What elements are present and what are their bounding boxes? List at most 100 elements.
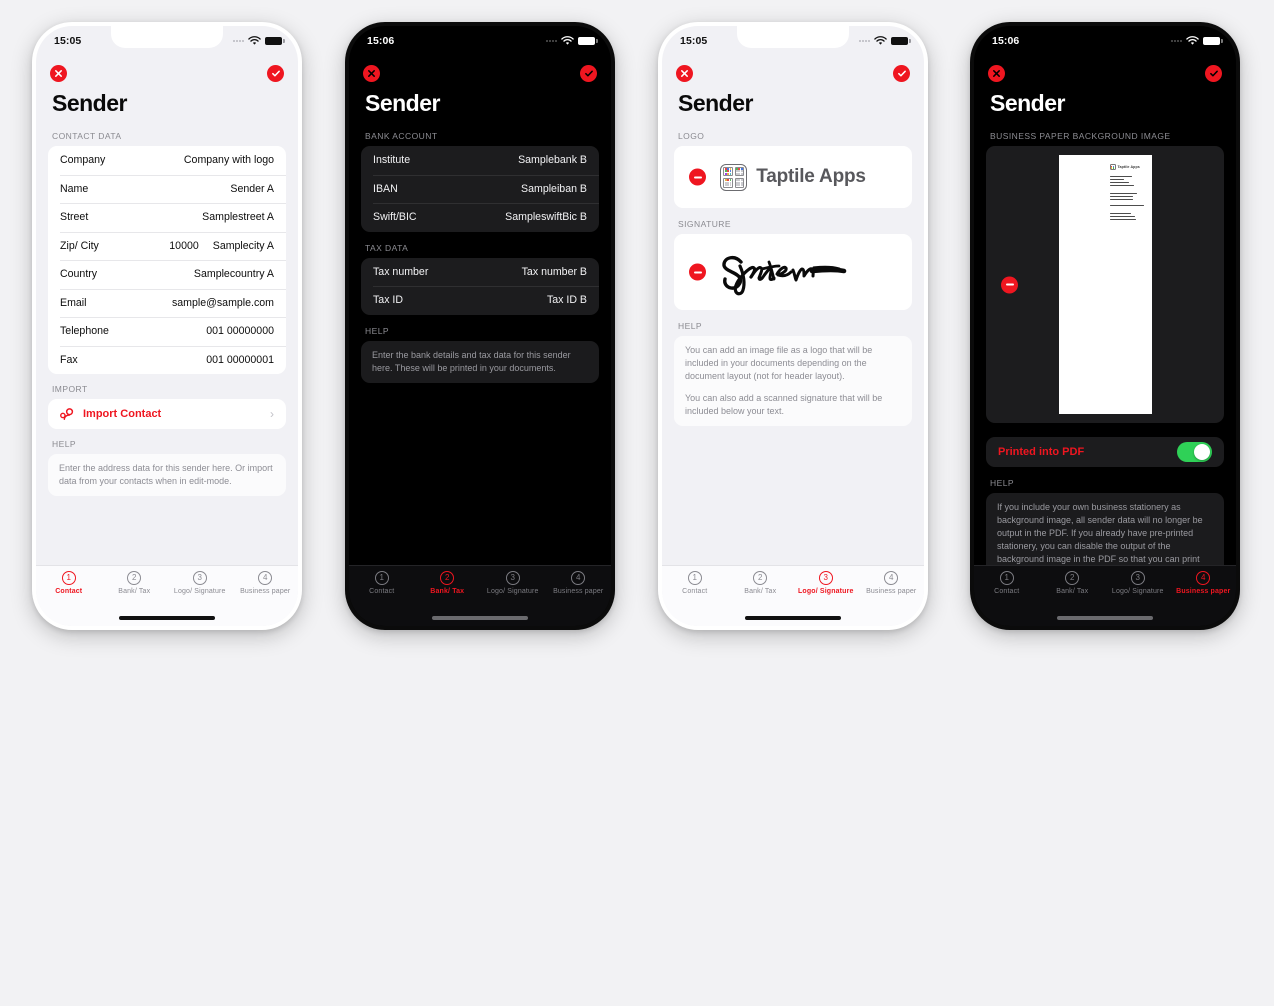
tab-logo-signature[interactable]: 3 Logo/ Signature — [480, 571, 546, 595]
help-paragraph: Enter the address data for this sender h… — [59, 463, 273, 487]
confirm-icon[interactable] — [267, 64, 284, 82]
printed-into-pdf-toggle[interactable] — [1177, 442, 1212, 462]
close-icon[interactable] — [676, 64, 693, 82]
content-scroll[interactable]: LOGO Taptile Apps SIGNATURE HELP You can… — [662, 127, 924, 565]
tab-number: 4 — [571, 571, 586, 585]
table-row[interactable]: Institute Samplebank B — [361, 146, 599, 175]
table-row[interactable]: Street Samplestreet A — [48, 203, 286, 232]
printed-into-pdf-label: Printed into PDF — [998, 446, 1085, 458]
table-row[interactable]: Telephone 001 00000000 — [48, 317, 286, 346]
home-indicator[interactable] — [349, 609, 611, 626]
table-row[interactable]: Name Sender A — [48, 174, 286, 204]
tab-contact[interactable]: 1 Contact — [974, 571, 1040, 595]
close-icon[interactable] — [988, 64, 1005, 82]
signature-card[interactable] — [674, 234, 912, 310]
row-key: Email — [60, 296, 87, 309]
tab-label: Logo/ Signature — [486, 588, 539, 595]
logo-company-name: Taptile Apps — [756, 166, 866, 187]
content-scroll[interactable]: BUSINESS PAPER BACKGROUND IMAGE Taptile … — [974, 127, 1236, 565]
status-time: 15:05 — [54, 35, 82, 47]
content-scroll[interactable]: BANK ACCOUNT Institute Samplebank B IBAN… — [349, 127, 611, 565]
remove-logo-button[interactable] — [689, 168, 706, 186]
row-key: Tax number — [373, 265, 429, 278]
tab-contact[interactable]: 1 Contact — [36, 571, 102, 595]
close-icon[interactable] — [363, 64, 380, 82]
signal-icon — [1171, 40, 1182, 42]
tab-label: Logo/ Signature — [173, 588, 226, 595]
tab-number: 2 — [753, 571, 768, 585]
remove-business-paper-button[interactable] — [1001, 276, 1018, 293]
tab-label: Bank/ Tax — [744, 588, 777, 595]
tab-bank-tax[interactable]: 2 Bank/ Tax — [102, 571, 168, 595]
tab-label: Business paper — [240, 588, 291, 595]
confirm-icon[interactable] — [580, 64, 597, 82]
confirm-icon[interactable] — [1205, 64, 1222, 82]
tab-business-paper[interactable]: 4 Business paper — [859, 571, 925, 595]
phone-business-paper: 15:06 Sender BUSINESS PAPER BACKGROUND I… — [970, 22, 1240, 630]
row-value: Samplebank B — [518, 154, 587, 167]
table-row[interactable]: Country Samplecountry A — [48, 260, 286, 289]
tab-logo-signature[interactable]: 3 Logo/ Signature — [1105, 571, 1171, 595]
tab-bar: 1 Contact 2 Bank/ Tax 3 Logo/ Signature … — [349, 565, 611, 609]
logo-card[interactable]: Taptile Apps — [674, 146, 912, 208]
tab-business-paper[interactable]: 4 Business paper — [546, 571, 612, 595]
paper-brand: Taptile Apps — [1109, 164, 1144, 170]
tab-logo-signature[interactable]: 3 Logo/ Signature — [167, 571, 233, 595]
tab-bank-tax[interactable]: 2 Bank/ Tax — [1040, 571, 1106, 595]
table-row[interactable]: Tax number Tax number B — [361, 258, 599, 287]
printed-into-pdf-row[interactable]: Printed into PDF — [986, 437, 1224, 467]
row-value: sample@sample.com — [171, 296, 274, 309]
table-row[interactable]: Tax ID Tax ID B — [361, 286, 599, 315]
help-box: If you include your own business station… — [986, 493, 1224, 565]
tab-bar: 1 Contact 2 Bank/ Tax 3 Logo/ Signature … — [662, 565, 924, 609]
table-row[interactable]: IBAN Sampleiban B — [361, 174, 599, 204]
content-scroll[interactable]: CONTACT DATA Company Company with logo N… — [36, 127, 298, 565]
tab-label: Contact — [369, 588, 395, 595]
paper-address-lines — [1109, 176, 1144, 221]
table-row[interactable]: Email sample@sample.com — [48, 288, 286, 318]
table-row[interactable]: Zip/ City 10000 Samplecity A — [48, 231, 286, 261]
remove-signature-button[interactable] — [689, 263, 706, 281]
tab-number: 2 — [1065, 571, 1080, 585]
import-contact-button[interactable]: Import Contact › — [48, 399, 286, 429]
row-value: 001 00000000 — [206, 325, 274, 338]
signal-icon — [859, 40, 870, 42]
tab-business-paper[interactable]: 4 Business paper — [233, 571, 299, 595]
home-indicator[interactable] — [36, 609, 298, 626]
tab-logo-signature[interactable]: 3 Logo/ Signature — [793, 571, 859, 595]
tab-number: 1 — [999, 571, 1014, 585]
tab-bank-tax[interactable]: 2 Bank/ Tax — [415, 571, 481, 595]
confirm-icon[interactable] — [893, 64, 910, 82]
taptile-tile-icon — [1109, 164, 1116, 170]
signal-icon — [546, 40, 557, 42]
section-label-help: HELP — [678, 321, 703, 331]
help-box: You can add an image file as a logo that… — [674, 336, 912, 427]
page-title: Sender — [678, 90, 753, 116]
section-label-help: HELP — [365, 325, 390, 336]
help-paragraph: Enter the bank details and tax data for … — [372, 349, 571, 373]
wifi-icon — [874, 36, 887, 45]
business-paper-card[interactable]: Taptile Apps — [986, 146, 1224, 423]
bank-account-card: Institute Samplebank B IBAN Sampleiban B… — [361, 146, 599, 232]
table-row[interactable]: Swift/BIC SampleswiftBic B — [361, 203, 599, 232]
tab-number: 4 — [1196, 571, 1211, 585]
tax-data-card: Tax number Tax number B Tax ID Tax ID B — [361, 257, 599, 315]
tab-contact[interactable]: 1 Contact — [662, 571, 728, 595]
home-indicator[interactable] — [662, 609, 924, 626]
row-key: Company — [60, 154, 106, 167]
tab-label: Contact — [994, 588, 1020, 595]
table-row[interactable]: Company Company with logo — [48, 146, 286, 175]
tab-label: Logo/ Signature — [1111, 588, 1164, 595]
phone-logo-signature: 15:05 Sender LOGO Taptile Apps SIGNATURE… — [658, 22, 928, 630]
table-row[interactable]: Fax 001 00000001 — [48, 345, 286, 375]
home-indicator[interactable] — [974, 609, 1236, 626]
row-value: Tax ID B — [546, 294, 587, 307]
tab-business-paper[interactable]: 4 Business paper — [1171, 571, 1237, 595]
tab-bank-tax[interactable]: 2 Bank/ Tax — [728, 571, 794, 595]
section-label-help: HELP — [990, 478, 1015, 488]
close-icon[interactable] — [50, 64, 67, 82]
tab-contact[interactable]: 1 Contact — [349, 571, 415, 595]
row-value: 001 00000001 — [206, 353, 274, 366]
tab-number: 2 — [127, 571, 142, 585]
paper-header: Taptile Apps — [1109, 164, 1144, 222]
